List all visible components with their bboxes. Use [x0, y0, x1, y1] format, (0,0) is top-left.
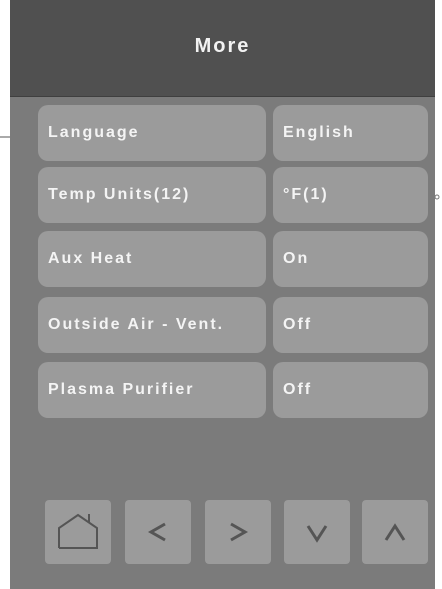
chevron-up-icon [384, 523, 406, 541]
thermostat-screen: More Language English Temp Units(12) °F(… [10, 0, 435, 589]
outside-air-vent-label: Outside Air - Vent. [48, 316, 225, 333]
temp-units-label: Temp Units(12) [48, 186, 191, 203]
plasma-purifier-value: Off [283, 381, 313, 398]
plasma-purifier-button[interactable]: Plasma Purifier [38, 362, 266, 418]
chevron-right-icon [230, 522, 249, 542]
language-button[interactable]: Language [38, 105, 266, 161]
outside-air-vent-button[interactable]: Outside Air - Vent. [38, 297, 266, 353]
outside-air-vent-value: Off [283, 316, 313, 333]
home-icon [58, 513, 98, 549]
aux-heat-button[interactable]: Aux Heat [38, 231, 266, 287]
chevron-down-icon [306, 525, 328, 543]
language-value-button[interactable]: English [273, 105, 428, 161]
aux-heat-label: Aux Heat [48, 250, 134, 267]
plasma-purifier-value-button[interactable]: Off [273, 362, 428, 418]
chevron-left-icon [147, 522, 166, 542]
temp-units-value: °F(1) [283, 186, 329, 203]
previous-button[interactable] [125, 500, 191, 564]
plasma-purifier-label: Plasma Purifier [48, 381, 195, 398]
language-label: Language [48, 124, 140, 141]
header-bar: More [10, 0, 435, 97]
next-button[interactable] [205, 500, 271, 564]
language-value: English [283, 124, 355, 141]
outside-air-vent-value-button[interactable]: Off [273, 297, 428, 353]
scroll-down-button[interactable] [284, 500, 350, 564]
temp-units-value-button[interactable]: °F(1) [273, 167, 428, 223]
aux-heat-value-button[interactable]: On [273, 231, 428, 287]
home-button[interactable] [45, 500, 111, 564]
temp-units-button[interactable]: Temp Units(12) [38, 167, 266, 223]
aux-heat-value: On [283, 250, 310, 267]
scroll-up-button[interactable] [362, 500, 428, 564]
page-title: More [194, 35, 251, 57]
